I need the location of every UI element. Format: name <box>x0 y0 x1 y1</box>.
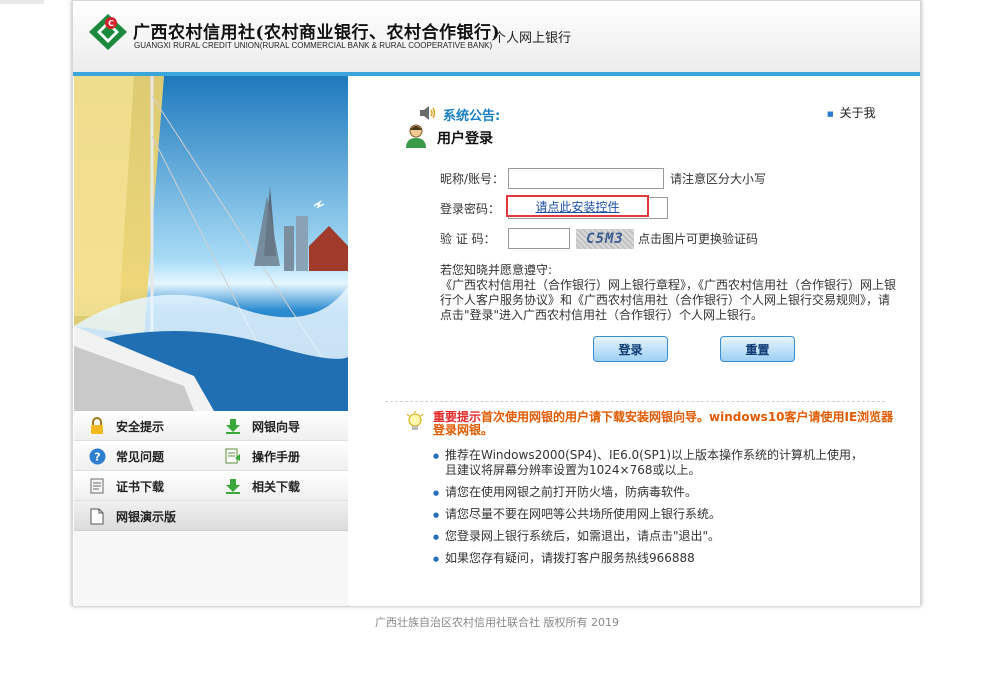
login-heading: 用户登录 <box>405 124 493 151</box>
page-frame: C 广西农村信用社(农村商业银行、农村合作银行) GUANGXI RURAL C… <box>72 0 921 606</box>
captcha-input[interactable] <box>508 228 570 249</box>
menu-item-downloads[interactable]: 相关下载 <box>224 471 300 501</box>
list-item: 您登录网上银行系统后，如需退出，请点击"退出"。 <box>433 529 873 545</box>
footer-copyright: 广西壮族自治区农村信用社联合社 版权所有 2019 <box>375 616 619 629</box>
lock-icon <box>88 417 106 435</box>
menu-row-1: 安全提示 网银向导 <box>74 411 348 441</box>
login-title: 用户登录 <box>437 130 493 147</box>
lightbulb-icon <box>405 411 425 436</box>
account-label: 昵称/账号： <box>440 172 505 186</box>
menu-label-demo: 网银演示版 <box>116 509 177 524</box>
system-notice[interactable]: 系统公告: <box>419 105 500 124</box>
menu-label-faq: 常见问题 <box>116 449 165 464</box>
menu-label-guide: 网银向导 <box>252 419 301 434</box>
header: C 广西农村信用社(农村商业银行、农村合作银行) GUANGXI RURAL C… <box>73 1 920 72</box>
captcha-hint: 点击图片可更换验证码 <box>638 232 759 246</box>
menu-row-demo: 网银演示版 <box>74 501 348 531</box>
document-icon <box>88 507 106 525</box>
download-arrow-icon <box>224 417 242 435</box>
list-item: 如果您存有疑问，请拨打客户服务热线966888 <box>433 551 873 567</box>
speaker-icon <box>419 106 437 123</box>
list-item: 请您在使用网银之前打开防火墙，防病毒软件。 <box>433 485 873 501</box>
terms-text: 若您知晓并愿意遵守: 《广西农村信用社（合作银行）网上银行章程》，《广西农村信用… <box>440 263 896 323</box>
bank-logo: C <box>89 14 127 50</box>
banner-image <box>74 76 348 411</box>
section-divider <box>385 401 885 402</box>
user-icon <box>405 124 427 151</box>
captcha-image[interactable]: C5M3 <box>576 228 634 249</box>
menu-label-security: 安全提示 <box>116 419 165 434</box>
important-tip: 重要提示首次使用网银的用户请下载安装网银向导。windows10客户请使用IE浏… <box>405 411 903 437</box>
terms-paragraph: 若您知晓并愿意遵守: 《广西农村信用社（合作银行）网上银行章程》，《广西农村信用… <box>440 263 897 322</box>
captcha-label: 验 证 码： <box>440 232 496 246</box>
tip-heading-orange: 首次使用网银的用户请下载安装网银向导。windows10客户请使用IE浏览器登录… <box>433 410 894 437</box>
site-subtitle: 个人网上银行 <box>493 31 572 46</box>
account-hint: 请注意区分大小写 <box>670 172 767 186</box>
menu-label-manual: 操作手册 <box>252 449 301 464</box>
menu-item-manual[interactable]: 操作手册 <box>224 441 300 471</box>
download-arrow-icon <box>224 477 242 495</box>
about-link[interactable]: 关于我 <box>827 104 876 121</box>
top-strip <box>0 0 44 4</box>
password-label: 登录密码： <box>440 201 501 216</box>
login-button[interactable]: 登录 <box>593 336 668 362</box>
login-panel: 系统公告: 关于我 用户登录 昵称/账号： 请注意区分大小写 登录密码： 请点此… <box>349 76 920 606</box>
brand-name-cn: 广西农村信用社(农村商业银行、农村合作银行) <box>133 23 501 43</box>
tip-heading-red: 重要提示 <box>433 410 482 424</box>
captcha-row: 验 证 码： C5M3 点击图片可更换验证码 <box>440 228 758 249</box>
reset-button[interactable]: 重置 <box>720 336 795 362</box>
side-menu: 安全提示 网银向导 ? 常见问题 操作手册 证书下载 相关下载 网银演示版 <box>74 411 348 531</box>
menu-item-guide[interactable]: 网银向导 <box>224 411 300 441</box>
list-item: 推荐在Windows2000(SP4)、IE6.0(SP1)以上版本操作系统的计… <box>433 448 873 478</box>
menu-item-security[interactable]: 安全提示 <box>88 411 164 441</box>
menu-row-2: ? 常见问题 操作手册 <box>74 441 348 471</box>
password-field: 请点此安装控件 <box>506 195 668 219</box>
list-item: 请您尽量不要在网吧等公共场所使用网上银行系统。 <box>433 507 873 523</box>
brand-name-en: GUANGXI RURAL CREDIT UNION(RURAL COMMERC… <box>134 41 493 50</box>
notice-label: 系统公告: <box>443 109 501 124</box>
menu-item-cert[interactable]: 证书下载 <box>88 471 164 501</box>
install-control-link[interactable]: 请点此安装控件 <box>506 195 649 217</box>
help-icon: ? <box>88 447 106 465</box>
menu-label-downloads: 相关下载 <box>252 479 301 494</box>
important-tip-text: 重要提示首次使用网银的用户请下载安装网银向导。windows10客户请使用IE浏… <box>433 411 903 437</box>
certificate-icon <box>88 477 106 495</box>
account-row: 昵称/账号： 请注意区分大小写 <box>440 168 766 189</box>
manual-icon <box>224 447 242 465</box>
menu-item-faq[interactable]: ? 常见问题 <box>88 441 164 471</box>
svg-text:C: C <box>108 19 114 28</box>
account-input[interactable] <box>508 168 664 189</box>
left-panel: 安全提示 网银向导 ? 常见问题 操作手册 证书下载 相关下载 网银演示版 <box>74 76 348 606</box>
svg-text:?: ? <box>94 450 100 463</box>
password-row: 登录密码： 请点此安装控件 <box>440 195 668 219</box>
menu-row-3: 证书下载 相关下载 <box>74 471 348 501</box>
menu-item-demo[interactable]: 网银演示版 <box>88 501 176 531</box>
menu-label-cert: 证书下载 <box>116 479 165 494</box>
tips-list: 推荐在Windows2000(SP4)、IE6.0(SP1)以上版本操作系统的计… <box>433 448 873 573</box>
